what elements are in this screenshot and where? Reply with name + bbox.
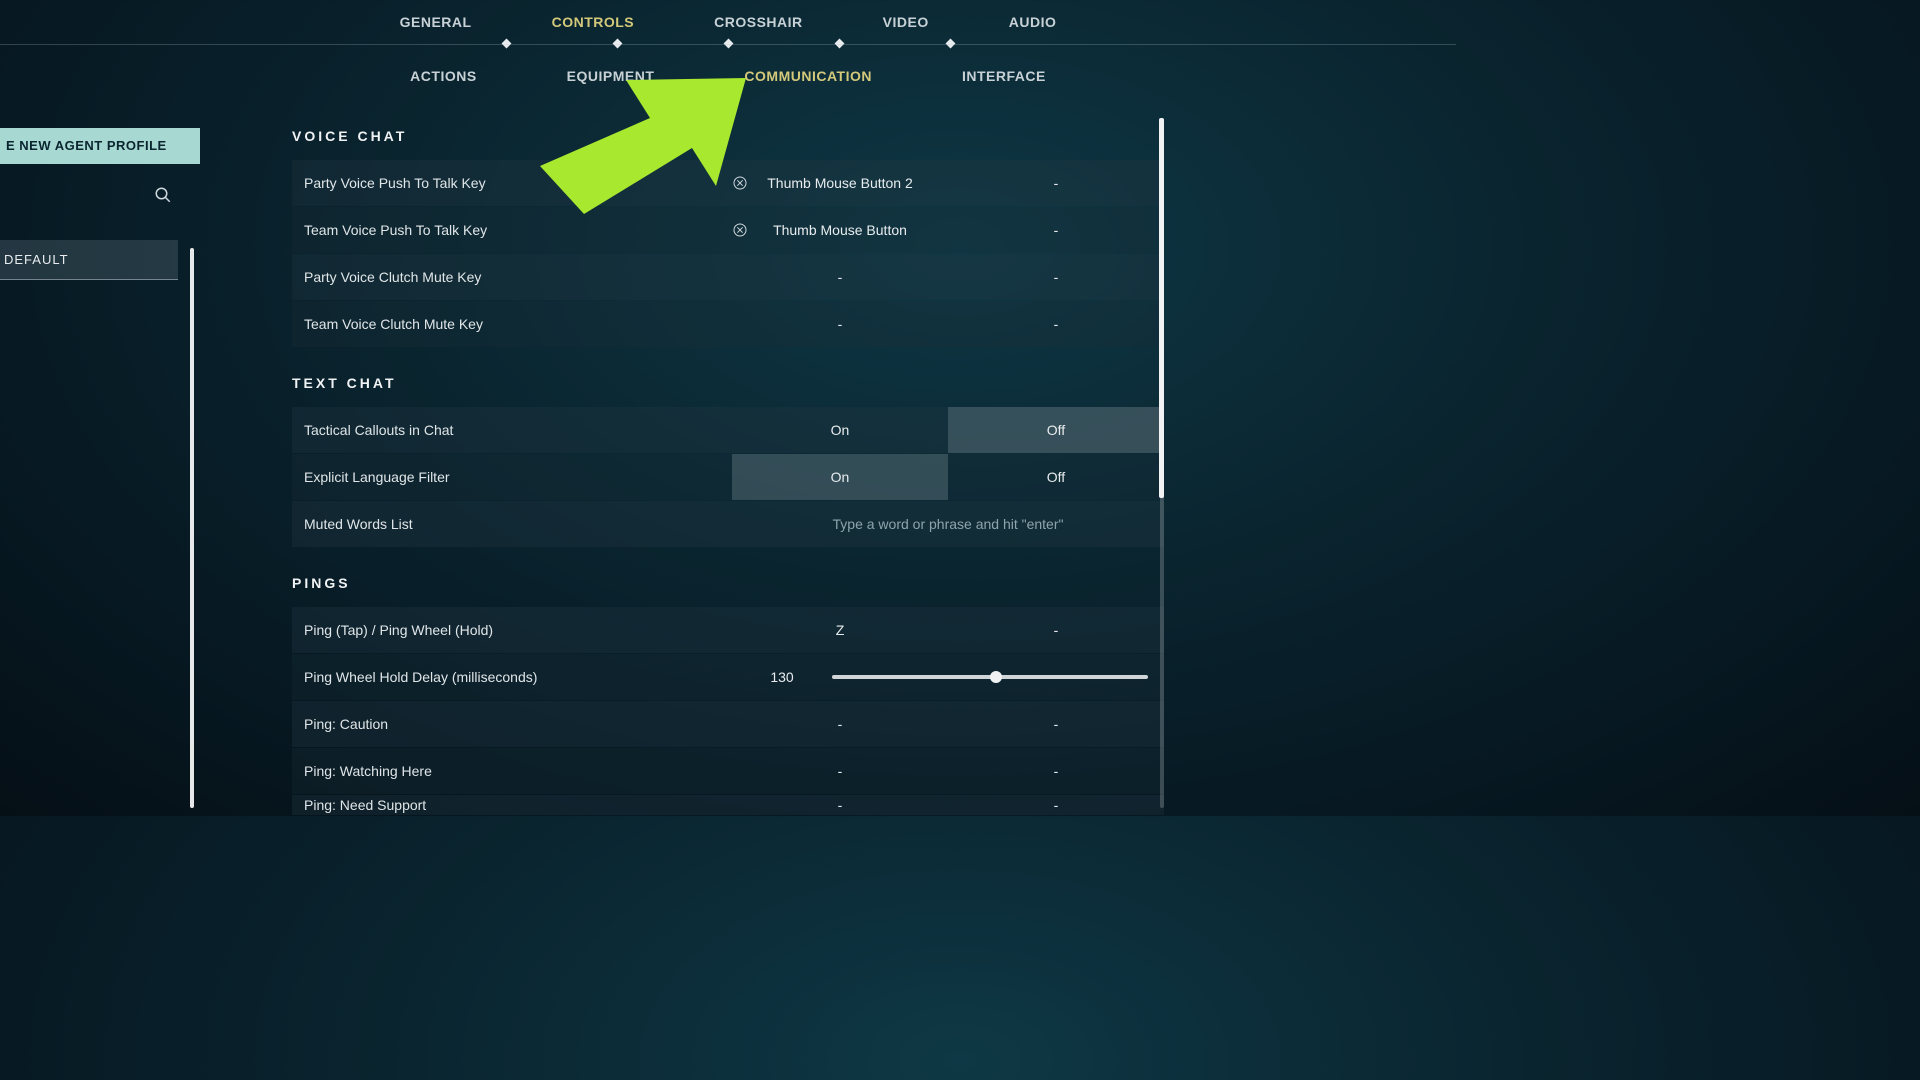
keybind-primary[interactable]: Thumb Mouse Button 2: [732, 175, 948, 191]
create-profile-button[interactable]: E NEW AGENT PROFILE: [0, 128, 200, 164]
keybind-primary[interactable]: Thumb Mouse Button: [732, 222, 948, 238]
row-label: Party Voice Push To Talk Key: [304, 175, 732, 191]
tab-general[interactable]: GENERAL: [400, 14, 472, 30]
keybind-secondary[interactable]: -: [948, 269, 1164, 285]
settings-main: VOICE CHAT Party Voice Push To Talk Key …: [292, 128, 1164, 816]
row-party-voice-ptt: Party Voice Push To Talk Key Thumb Mouse…: [292, 160, 1164, 206]
keybind-value: -: [1054, 622, 1059, 638]
keybind-secondary[interactable]: -: [948, 763, 1164, 779]
clear-bind-icon[interactable]: [732, 222, 748, 238]
row-tactical-callouts: Tactical Callouts in Chat On Off: [292, 407, 1164, 453]
search-row: [0, 186, 200, 204]
subtab-communication[interactable]: COMMUNICATION: [744, 68, 872, 84]
section-heading-pings: PINGS: [292, 575, 1164, 591]
keybind-secondary[interactable]: -: [948, 716, 1164, 732]
tab-controls[interactable]: CONTROLS: [552, 14, 635, 30]
keybind-value: -: [838, 716, 843, 732]
row-label: Tactical Callouts in Chat: [304, 422, 732, 438]
keybind-primary[interactable]: -: [732, 316, 948, 332]
tab-audio[interactable]: AUDIO: [1009, 14, 1057, 30]
keybind-secondary[interactable]: -: [948, 175, 1164, 191]
row-label: Ping: Need Support: [304, 797, 732, 813]
slider-thumb[interactable]: [990, 671, 1002, 683]
keybind-value: -: [1054, 716, 1059, 732]
row-label: Party Voice Clutch Mute Key: [304, 269, 732, 285]
search-icon[interactable]: [154, 186, 172, 204]
sidebar-scrollbar[interactable]: [190, 248, 194, 808]
slider-value[interactable]: 130: [732, 669, 832, 685]
row-label: Ping Wheel Hold Delay (milliseconds): [304, 669, 732, 685]
keybind-value: -: [1054, 175, 1059, 191]
keybind-value: -: [1054, 222, 1059, 238]
keybind-primary[interactable]: Z: [732, 622, 948, 638]
main-scrollbar-thumb[interactable]: [1159, 118, 1164, 498]
keybind-primary[interactable]: -: [732, 797, 948, 813]
keybind-primary[interactable]: -: [732, 763, 948, 779]
keybind-secondary[interactable]: -: [948, 222, 1164, 238]
row-team-voice-ptt: Team Voice Push To Talk Key Thumb Mouse …: [292, 207, 1164, 253]
row-label: Muted Words List: [304, 516, 732, 532]
row-explicit-filter: Explicit Language Filter On Off: [292, 454, 1164, 500]
keybind-value: -: [838, 763, 843, 779]
row-muted-words: Muted Words List: [292, 501, 1164, 547]
toggle-off[interactable]: Off: [948, 454, 1164, 500]
row-label: Team Voice Clutch Mute Key: [304, 316, 732, 332]
sub-tab-bar: ACTIONS EQUIPMENT COMMUNICATION INTERFAC…: [0, 68, 1456, 84]
tab-underline: [0, 44, 1456, 45]
row-label: Team Voice Push To Talk Key: [304, 222, 732, 238]
keybind-value: Z: [836, 622, 845, 638]
subtab-interface[interactable]: INTERFACE: [962, 68, 1046, 84]
row-label: Explicit Language Filter: [304, 469, 732, 485]
sidebar: E NEW AGENT PROFILE DEFAULT: [0, 128, 200, 280]
section-heading-text-chat: TEXT CHAT: [292, 375, 1164, 391]
row-ping-caution: Ping: Caution - -: [292, 701, 1164, 747]
keybind-primary[interactable]: -: [732, 716, 948, 732]
row-ping-hold-delay: Ping Wheel Hold Delay (milliseconds) 130: [292, 654, 1164, 700]
profile-default[interactable]: DEFAULT: [0, 240, 178, 280]
keybind-value: -: [1054, 763, 1059, 779]
keybind-value: -: [838, 797, 843, 813]
subtab-actions[interactable]: ACTIONS: [410, 68, 477, 84]
row-label: Ping (Tap) / Ping Wheel (Hold): [304, 622, 732, 638]
row-ping-watching: Ping: Watching Here - -: [292, 748, 1164, 794]
row-label: Ping: Watching Here: [304, 763, 732, 779]
keybind-primary[interactable]: -: [732, 269, 948, 285]
keybind-value: -: [1054, 797, 1059, 813]
keybind-value: Thumb Mouse Button 2: [767, 175, 913, 191]
toggle-off[interactable]: Off: [948, 407, 1164, 453]
toggle-on[interactable]: On: [732, 454, 948, 500]
row-party-clutch-mute: Party Voice Clutch Mute Key - -: [292, 254, 1164, 300]
primary-tab-bar: GENERAL CONTROLS CROSSHAIR VIDEO AUDIO: [0, 14, 1456, 30]
keybind-value: -: [1054, 316, 1059, 332]
row-team-clutch-mute: Team Voice Clutch Mute Key - -: [292, 301, 1164, 347]
section-heading-voice-chat: VOICE CHAT: [292, 128, 1164, 144]
row-ping-need-support: Ping: Need Support - -: [292, 795, 1164, 815]
clear-bind-icon[interactable]: [732, 175, 748, 191]
slider[interactable]: [832, 675, 1164, 679]
keybind-value: -: [838, 269, 843, 285]
keybind-secondary[interactable]: -: [948, 622, 1164, 638]
keybind-value: -: [838, 316, 843, 332]
toggle-on[interactable]: On: [732, 407, 948, 453]
keybind-value: Thumb Mouse Button: [773, 222, 907, 238]
subtab-equipment[interactable]: EQUIPMENT: [567, 68, 655, 84]
tab-video[interactable]: VIDEO: [883, 14, 929, 30]
slider-track[interactable]: [832, 675, 1148, 679]
keybind-secondary[interactable]: -: [948, 797, 1164, 813]
tab-crosshair[interactable]: CROSSHAIR: [714, 14, 803, 30]
muted-words-input-wrapper: [732, 501, 1164, 547]
keybind-value: -: [1054, 269, 1059, 285]
row-label: Ping: Caution: [304, 716, 732, 732]
row-ping-wheel: Ping (Tap) / Ping Wheel (Hold) Z -: [292, 607, 1164, 653]
keybind-secondary[interactable]: -: [948, 316, 1164, 332]
muted-words-input[interactable]: [732, 516, 1164, 532]
